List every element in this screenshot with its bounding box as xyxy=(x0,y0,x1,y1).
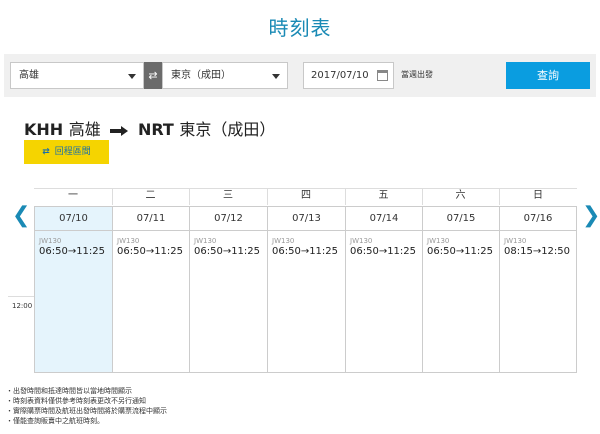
weekday-divider xyxy=(189,189,190,205)
weekday-divider xyxy=(267,189,268,205)
day-date: 07/13 xyxy=(268,207,345,231)
swap-icon: ⇄ xyxy=(42,147,50,157)
flight-entry[interactable]: JW130 06:50→11:25 xyxy=(194,237,260,258)
note-item: ・時刻表資料僅供參考時刻表更改不另行通知 xyxy=(6,397,146,405)
flight-time: 06:50→11:25 xyxy=(427,246,494,257)
flight-entry[interactable]: JW130 06:50→11:25 xyxy=(272,237,338,258)
day-date: 07/12 xyxy=(190,207,267,231)
notes-list: ・出發時間和抵達時間皆以當地時間顯示 ・時刻表資料僅供參考時刻表更改不另行通知 … xyxy=(6,386,167,426)
return-range-label: 回程區間 xyxy=(54,147,91,157)
weekday-mon: 一 xyxy=(68,190,78,201)
note-item: ・僅能查詢販賣中之航班時刻。 xyxy=(6,417,104,425)
flight-number: JW130 xyxy=(272,237,295,245)
week-departure-label: 當週出發 xyxy=(401,70,433,79)
swap-button[interactable]: ⇄ xyxy=(144,62,162,89)
origin-code: KHH xyxy=(24,120,64,139)
arrow-right-icon xyxy=(110,125,129,136)
day-column[interactable]: 07/13 JW130 06:50→11:25 xyxy=(268,207,346,372)
schedule-grid: 07/10 JW130 06:50→11:25 07/11 JW130 06:5… xyxy=(34,206,577,373)
day-column-selected[interactable]: 07/10 JW130 06:50→11:25 xyxy=(35,207,113,372)
day-date: 07/14 xyxy=(346,207,422,231)
day-column[interactable]: 07/11 JW130 06:50→11:25 xyxy=(113,207,190,372)
day-column[interactable]: 07/16 JW130 08:15→12:50 xyxy=(500,207,576,372)
flight-time: 08:15→12:50 xyxy=(504,246,571,257)
prev-week-arrow-icon[interactable]: ❮ xyxy=(12,205,30,227)
page-title: 時刻表 xyxy=(268,16,332,40)
weekday-tue: 二 xyxy=(145,190,156,201)
origin-name: 高雄 xyxy=(68,120,101,139)
weekday-wed: 三 xyxy=(223,190,233,201)
flight-entry[interactable]: JW130 06:50→11:25 xyxy=(427,237,493,258)
flight-number: JW130 xyxy=(194,237,217,245)
weekday-sat: 六 xyxy=(455,190,466,201)
note-item: ・出發時間和抵達時間皆以當地時間顯示 xyxy=(6,387,132,395)
flight-time: 06:50→11:25 xyxy=(117,246,184,257)
chevron-down-icon xyxy=(272,74,280,79)
flight-number: JW130 xyxy=(117,237,140,245)
noon-tick xyxy=(8,296,34,297)
day-column[interactable]: 07/15 JW130 06:50→11:25 xyxy=(423,207,500,372)
destination-code: NRT xyxy=(137,120,174,139)
query-button[interactable]: 查詢 xyxy=(506,62,590,89)
day-date: 07/11 xyxy=(113,207,189,231)
calendar-icon[interactable] xyxy=(377,70,388,81)
return-range-button[interactable]: ⇄ 回程區間 xyxy=(24,140,109,164)
note-item: ・實際購票時間及航班出發時間將於購票流程中顯示 xyxy=(6,407,167,415)
day-column[interactable]: 07/12 JW130 06:50→11:25 xyxy=(190,207,268,372)
flight-time: 06:50→11:25 xyxy=(39,246,106,257)
flight-entry[interactable]: JW130 06:50→11:25 xyxy=(39,237,105,258)
origin-select-value: 高雄 xyxy=(19,70,39,81)
swap-icon: ⇄ xyxy=(148,69,158,82)
flight-number: JW130 xyxy=(350,237,373,245)
next-week-arrow-icon[interactable]: ❯ xyxy=(582,205,600,227)
flight-time: 06:50→11:25 xyxy=(194,246,261,257)
origin-select[interactable]: 高雄 xyxy=(10,62,144,89)
weekday-thu: 四 xyxy=(301,190,311,201)
day-date: 07/15 xyxy=(423,207,499,231)
weekday-divider xyxy=(422,189,423,205)
chevron-down-icon xyxy=(128,74,136,79)
flight-time: 06:50→11:25 xyxy=(350,246,417,257)
weekday-divider xyxy=(345,189,346,205)
search-bar: 高雄 ⇄ 東京（成田） 2017/07/10 當週出發 查詢 xyxy=(4,54,596,97)
day-date: 07/16 xyxy=(500,207,576,231)
date-input-value: 2017/07/10 xyxy=(311,70,369,81)
flight-number: JW130 xyxy=(39,237,62,245)
flight-entry[interactable]: JW130 08:15→12:50 xyxy=(504,237,570,258)
day-date: 07/10 xyxy=(35,207,112,231)
flight-number: JW130 xyxy=(427,237,450,245)
weekday-divider xyxy=(112,189,113,205)
weekday-divider xyxy=(499,189,500,205)
destination-select-value: 東京（成田） xyxy=(171,70,231,81)
day-column[interactable]: 07/14 JW130 06:50→11:25 xyxy=(346,207,423,372)
flight-number: JW130 xyxy=(504,237,527,245)
date-input[interactable]: 2017/07/10 xyxy=(303,62,394,89)
flight-time: 06:50→11:25 xyxy=(272,246,339,257)
route-title: KHH 高雄 NRT 東京（成田） xyxy=(24,116,275,140)
noon-time-label: 12:00 xyxy=(12,302,33,310)
flight-entry[interactable]: JW130 06:50→11:25 xyxy=(350,237,416,258)
weekday-fri: 五 xyxy=(378,190,389,201)
destination-name: 東京（成田） xyxy=(179,120,276,139)
destination-select[interactable]: 東京（成田） xyxy=(162,62,288,89)
flight-entry[interactable]: JW130 06:50→11:25 xyxy=(117,237,183,258)
weekday-sun: 日 xyxy=(533,190,543,201)
